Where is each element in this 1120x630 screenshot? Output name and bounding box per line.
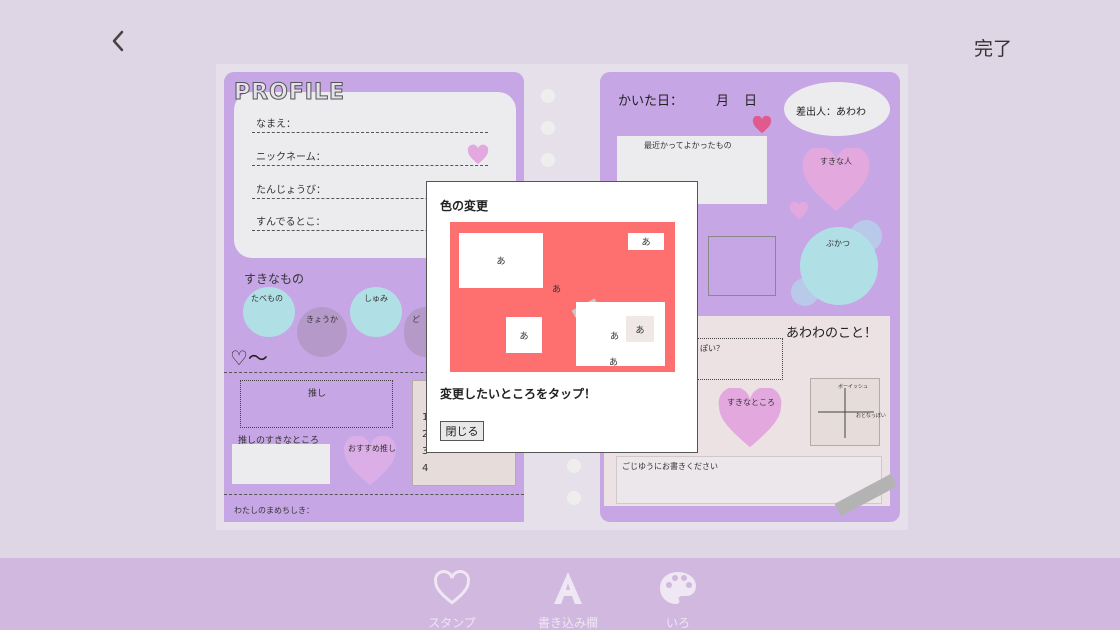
circle-other-label: ど bbox=[412, 315, 420, 324]
oshi-like-box[interactable] bbox=[232, 444, 330, 484]
binder-ring bbox=[567, 491, 581, 505]
preview-char[interactable]: あ bbox=[610, 329, 619, 342]
binder-ring bbox=[541, 153, 555, 167]
like-point-label: すきなところ bbox=[727, 398, 775, 407]
date-label: かいた日： bbox=[618, 94, 684, 109]
dialog-title: 色の変更 bbox=[440, 199, 489, 213]
favorites-label: すきなもの bbox=[244, 272, 305, 286]
axis-top-label: ボーイッシュ bbox=[838, 384, 869, 390]
oshi-label: 推し bbox=[308, 389, 327, 399]
like-person-label: すきな人 bbox=[820, 157, 852, 166]
preview-box[interactable]: あ bbox=[506, 317, 542, 353]
tool-text[interactable]: 書き込み欄 bbox=[528, 570, 608, 630]
profile-title: PROFILE bbox=[233, 80, 346, 106]
axis-right-label: おとなっぽい bbox=[856, 413, 886, 419]
recent-label: 最近かってよかったもの bbox=[644, 141, 732, 150]
field-nickname-label[interactable]: ニックネーム： bbox=[256, 148, 326, 163]
dialog-instruction: 変更したいところをタップ！ bbox=[440, 387, 597, 401]
preview-char[interactable]: あ bbox=[552, 282, 561, 295]
about-title: あわわのこと！ bbox=[786, 326, 878, 341]
tool-text-label: 書き込み欄 bbox=[537, 616, 598, 630]
tool-color-label: いろ bbox=[665, 616, 690, 630]
free-write-label: ごじゆうにお書きください bbox=[622, 462, 718, 471]
small-heart-icon bbox=[789, 202, 809, 220]
heart-sticker-icon[interactable] bbox=[467, 144, 489, 166]
binder-ring bbox=[541, 89, 555, 103]
circle-food-label: たべもの bbox=[251, 294, 283, 303]
field-address-label[interactable]: すんでるとこ： bbox=[256, 213, 326, 228]
binder-ring bbox=[541, 121, 555, 135]
letter-a-icon bbox=[554, 572, 582, 604]
back-chevron-icon[interactable] bbox=[104, 26, 132, 56]
preview-box[interactable]: あ bbox=[628, 233, 664, 250]
close-button[interactable]: 閉じる bbox=[440, 421, 484, 441]
binder-ring bbox=[567, 459, 581, 473]
photo-frame[interactable] bbox=[708, 236, 776, 296]
preview-box[interactable]: あ bbox=[459, 233, 543, 288]
trivia-label[interactable]: わたしのまめちしき： bbox=[234, 505, 314, 516]
preview-char[interactable]: あ bbox=[609, 355, 618, 368]
tool-color[interactable]: いろ bbox=[638, 570, 718, 630]
divider bbox=[252, 132, 488, 133]
day-label: 日 bbox=[744, 94, 758, 109]
club-label: ぶかつ bbox=[826, 239, 850, 248]
done-button[interactable]: 完了 bbox=[974, 34, 1012, 61]
sender-label: 差出人：あわわ bbox=[796, 107, 866, 118]
hearts-sticker-icon[interactable] bbox=[752, 116, 772, 134]
field-birthday-label[interactable]: たんじょうび： bbox=[256, 181, 326, 196]
heart-outline-icon bbox=[434, 570, 470, 605]
divider bbox=[224, 494, 524, 495]
heart-line-text[interactable]: ♡〜 bbox=[230, 342, 268, 371]
preview-box[interactable]: あ bbox=[626, 316, 654, 342]
circle-subject-label: きょうか bbox=[306, 315, 338, 324]
month-label: 月 bbox=[716, 94, 730, 109]
rank-4: 4 bbox=[422, 463, 429, 474]
field-name-label[interactable]: なまえ： bbox=[256, 115, 296, 130]
tool-stamp[interactable]: スタンプ bbox=[412, 570, 492, 630]
color-change-dialog: 色の変更 あ あ あ あ あ あ あ 変更したいところをタップ！ 閉じる bbox=[426, 181, 698, 453]
recommend-label: おすすめ推し bbox=[348, 444, 396, 453]
circle-hobby-label: しゅみ bbox=[364, 294, 388, 303]
tool-stamp-label: スタンプ bbox=[428, 616, 476, 630]
divider bbox=[252, 165, 488, 166]
palette-icon bbox=[660, 572, 696, 604]
color-preview[interactable]: あ あ あ あ あ あ あ bbox=[450, 222, 675, 372]
question-label: ぽい？ bbox=[700, 344, 724, 353]
